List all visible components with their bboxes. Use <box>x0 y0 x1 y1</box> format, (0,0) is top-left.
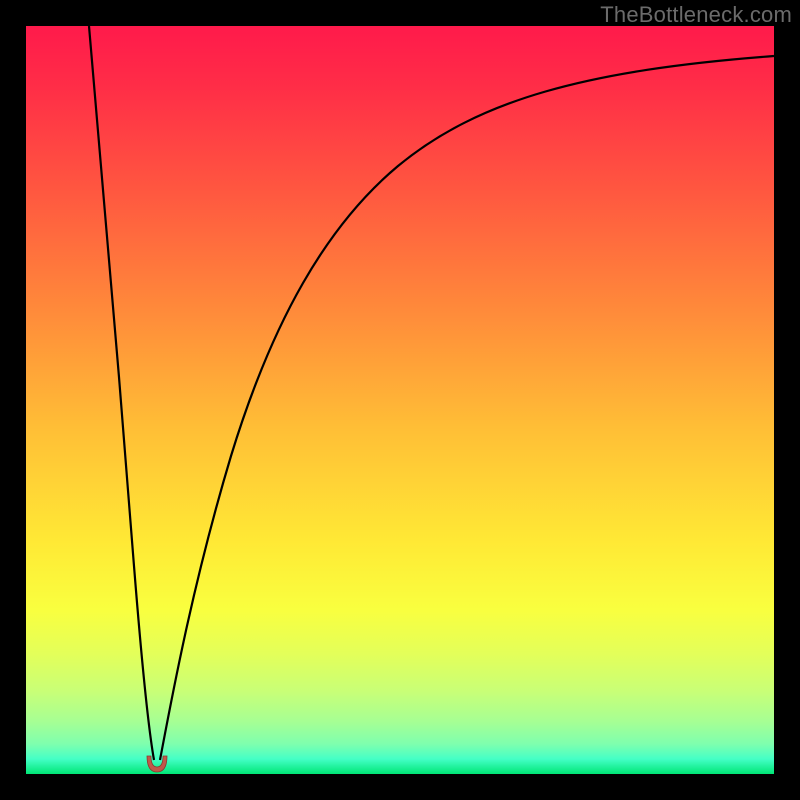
watermark-text: TheBottleneck.com <box>600 2 792 28</box>
plot-area <box>26 26 774 774</box>
bottleneck-curves <box>26 26 774 774</box>
u-shape-icon <box>147 756 167 772</box>
chart-frame: TheBottleneck.com <box>0 0 800 800</box>
minimum-marker <box>144 754 170 774</box>
curve-right-branch <box>160 56 774 760</box>
curve-left-branch <box>89 26 154 760</box>
